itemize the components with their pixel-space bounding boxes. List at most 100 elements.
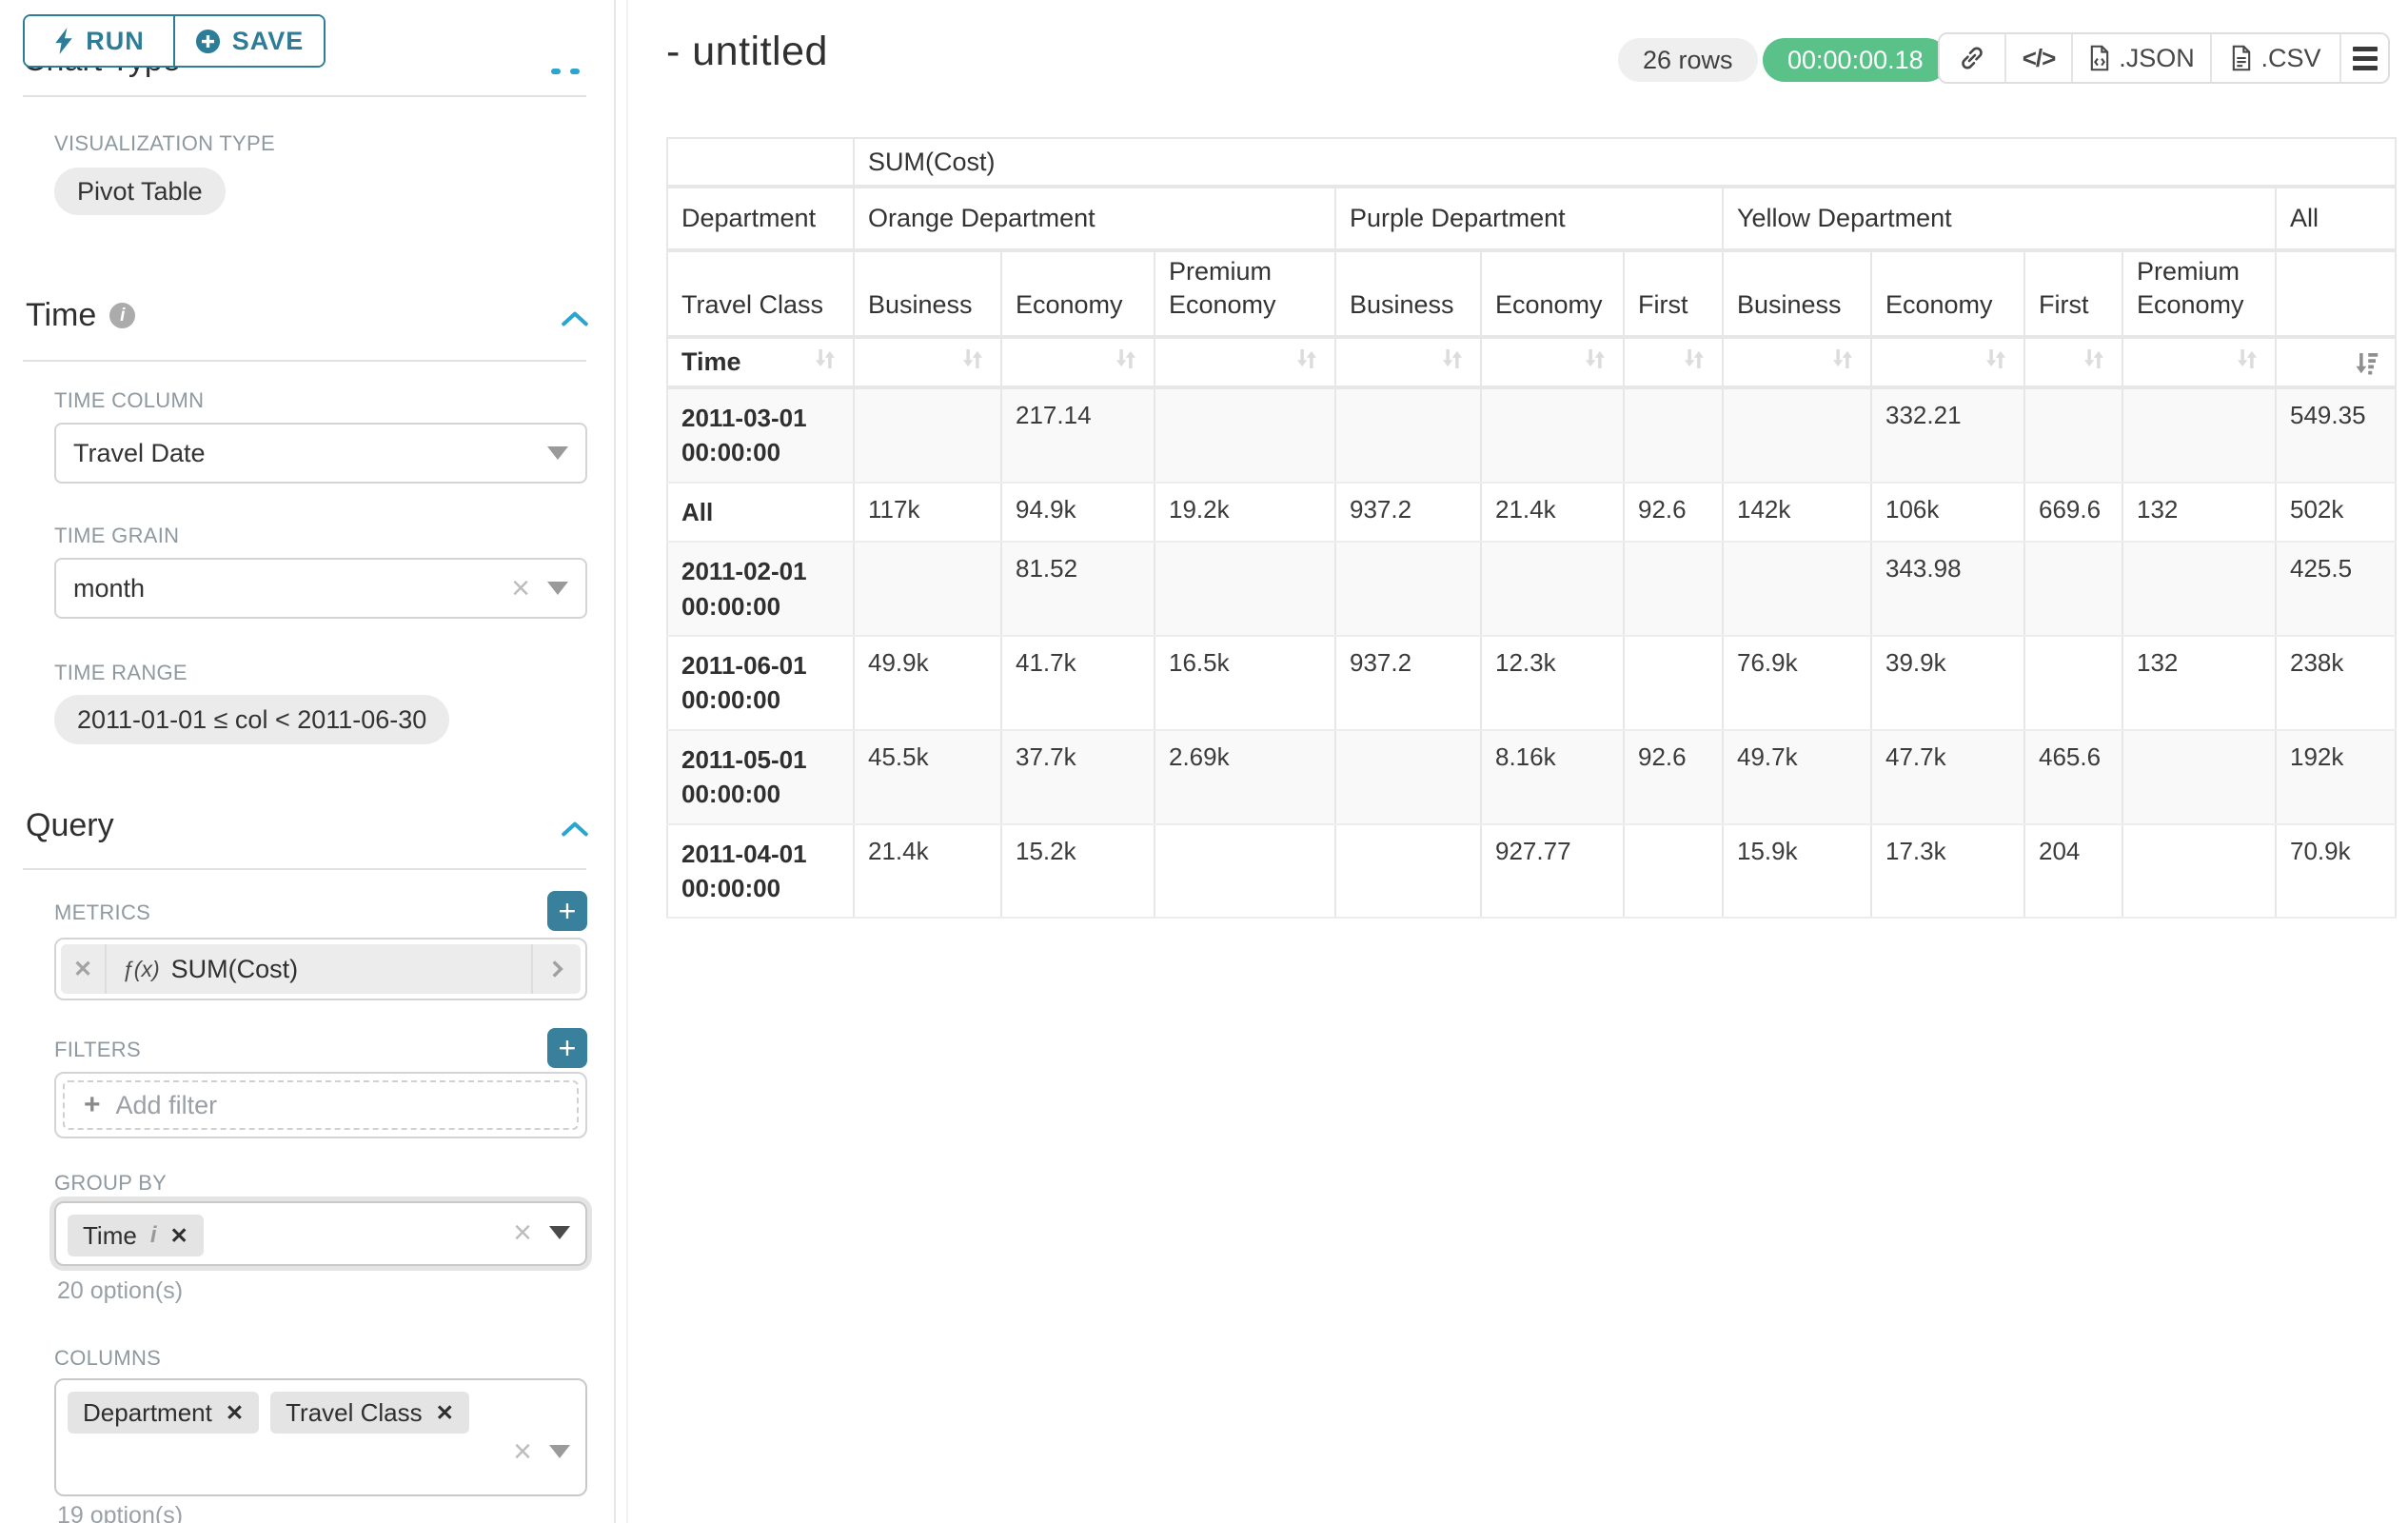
columns-label: COLUMNS [54, 1346, 161, 1371]
time-grain-label: TIME GRAIN [54, 524, 179, 548]
expand-metric-icon[interactable] [531, 944, 581, 994]
group-by-select[interactable]: Time i ✕ × [54, 1201, 587, 1266]
pivot-cell: 45.5k [854, 730, 1001, 824]
save-button[interactable]: SAVE [175, 16, 324, 66]
run-button[interactable]: RUN [25, 16, 175, 66]
pivot-cell: 425.5 [2276, 542, 2396, 636]
link-icon [1958, 44, 1986, 72]
sort-icon[interactable] [1982, 345, 2010, 373]
columns-chip[interactable]: Travel Class ✕ [270, 1392, 469, 1434]
row-label: 2011-05-01 00:00:00 [667, 730, 854, 824]
chip-remove-icon[interactable]: ✕ [169, 1223, 188, 1249]
subcol-header-cell: Economy [1871, 250, 2024, 337]
table-row: 2011-05-01 00:00:0045.5k37.7k2.69k8.16k9… [667, 730, 2396, 824]
remove-metric-icon[interactable]: ✕ [61, 944, 107, 994]
sort-descending-icon[interactable] [2353, 348, 2381, 377]
sort-icon[interactable] [811, 345, 839, 373]
clear-icon[interactable]: × [513, 1216, 532, 1249]
metric-item[interactable]: ✕ ƒ(x) SUM(Cost) [61, 944, 581, 994]
add-filter-button[interactable]: + Add filter [63, 1080, 579, 1130]
clear-icon[interactable]: × [511, 572, 530, 604]
sort-icon[interactable] [1828, 345, 1857, 373]
pivot-table: SUM(Cost) Department Orange Department P… [666, 137, 2397, 919]
section-divider [23, 95, 586, 97]
pivot-cell [1481, 387, 1624, 483]
pivot-cell [1155, 824, 1335, 919]
sort-icon[interactable] [2080, 345, 2108, 373]
group-by-chip[interactable]: Time i ✕ [68, 1215, 204, 1256]
plus-circle-icon [195, 29, 221, 54]
more-menu-button[interactable] [2341, 34, 2388, 82]
visualization-type-pill[interactable]: Pivot Table [54, 168, 226, 215]
pivot-cell: 332.21 [1871, 387, 2024, 483]
pivot-cell [854, 542, 1001, 636]
time-column-select[interactable]: Travel Date [54, 423, 587, 484]
sort-cell [1001, 337, 1155, 387]
section-divider [23, 868, 586, 870]
pivot-cell: 465.6 [2024, 730, 2122, 824]
pivot-cell [1481, 542, 1624, 636]
subcol-header-cell: Economy [1001, 250, 1155, 337]
pivot-cell: 927.77 [1481, 824, 1624, 919]
columns-chip[interactable]: Department ✕ [68, 1392, 259, 1434]
query-timer-badge: 00:00:00.18 [1763, 38, 1948, 82]
time-column-value: Travel Date [73, 439, 547, 468]
sort-icon[interactable] [958, 345, 987, 373]
chevron-up-icon[interactable] [560, 819, 590, 840]
pivot-cell: 37.7k [1001, 730, 1155, 824]
chip-label: Travel Class [286, 1398, 423, 1428]
add-metric-button[interactable]: + [547, 891, 587, 931]
sort-cell [2024, 337, 2122, 387]
panel-handle-dot [570, 69, 580, 74]
chevron-up-icon[interactable] [560, 308, 590, 329]
pivot-cell: 204 [2024, 824, 2122, 919]
control-panel: Chart Type RUN SAVE VISUALIZATION TYPE P… [0, 0, 616, 1523]
menu-icon [2353, 47, 2378, 70]
view-query-button[interactable]: </> [2006, 34, 2073, 82]
pivot-cell: 16.5k [1155, 636, 1335, 730]
sort-icon[interactable] [1438, 345, 1467, 373]
time-range-pill[interactable]: 2011-01-01 ≤ col < 2011-06-30 [54, 695, 449, 744]
subcol-header-cell: Business [854, 250, 1001, 337]
pivot-cell [2122, 387, 2276, 483]
sort-cell [854, 337, 1001, 387]
metrics-label: METRICS [54, 900, 150, 925]
pivot-cell: 21.4k [1481, 483, 1624, 542]
group-header-cell: Orange Department [854, 187, 1335, 250]
chip-remove-icon[interactable]: ✕ [226, 1400, 244, 1426]
time-range-label: TIME RANGE [54, 661, 188, 685]
row-label: 2011-04-01 00:00:00 [667, 824, 854, 919]
chip-info-icon: i [150, 1222, 157, 1249]
caret-down-icon[interactable] [549, 1226, 570, 1239]
chip-remove-icon[interactable]: ✕ [436, 1400, 454, 1426]
pivot-cell: 76.9k [1723, 636, 1871, 730]
add-filter-plus-button[interactable]: + [547, 1028, 587, 1068]
sort-icon[interactable] [1680, 345, 1708, 373]
export-json-button[interactable]: .JSON [2073, 34, 2212, 82]
superset-explore-window: Chart Type RUN SAVE VISUALIZATION TYPE P… [0, 0, 2408, 1523]
pivot-cell: 94.9k [1001, 483, 1155, 542]
sort-cell [1481, 337, 1624, 387]
sort-icon[interactable] [1112, 345, 1140, 373]
pivot-cell: 937.2 [1335, 483, 1481, 542]
columns-select[interactable]: Department ✕ Travel Class ✕ × [54, 1378, 587, 1496]
copy-link-button[interactable] [1940, 34, 2006, 82]
metric-header-row: SUM(Cost) [667, 138, 2396, 187]
chart-title[interactable]: - untitled [666, 29, 828, 75]
export-csv-button[interactable]: .CSV [2212, 34, 2341, 82]
pivot-cell [1723, 542, 1871, 636]
section-divider [23, 360, 586, 362]
code-icon: </> [2023, 44, 2056, 73]
caret-down-icon [547, 446, 568, 460]
caret-down-icon[interactable] [549, 1445, 570, 1458]
pivot-cell: 117k [854, 483, 1001, 542]
pivot-cell: 238k [2276, 636, 2396, 730]
pivot-cell [1335, 387, 1481, 483]
sort-icon[interactable] [1293, 345, 1321, 373]
clear-icon[interactable]: × [513, 1435, 532, 1468]
time-grain-select[interactable]: month × [54, 558, 587, 619]
table-row: All117k94.9k19.2k937.221.4k92.6142k106k6… [667, 483, 2396, 542]
pivot-cell: 39.9k [1871, 636, 2024, 730]
sort-icon[interactable] [2233, 345, 2261, 373]
sort-icon[interactable] [1581, 345, 1609, 373]
